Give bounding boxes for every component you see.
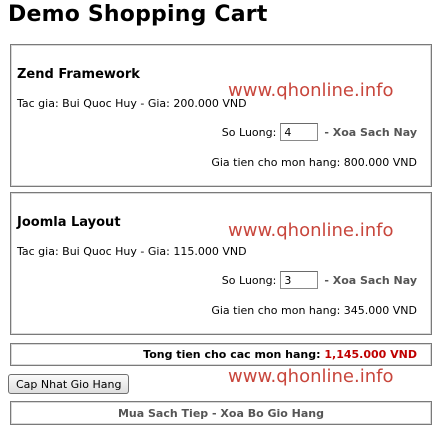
item-author-price: Tac gia: Bui Quoc Huy - Gia: 115.000 VND: [17, 245, 247, 258]
cart-item-zend-framework: Zend Framework Tac gia: Bui Quoc Huy - G…: [10, 44, 432, 187]
item-name: Joomla Layout: [17, 215, 121, 230]
cart-total-label: Tong tien cho cac mon hang:: [143, 348, 321, 361]
quantity-label: So Luong:: [221, 273, 277, 287]
cart-total: Tong tien cho cac mon hang: 1,145.000 VN…: [143, 348, 417, 361]
continue-shopping-link[interactable]: Mua Sach Tiep: [118, 407, 208, 420]
cart-total-value: 1,145.000 VND: [324, 348, 417, 361]
item-total: Gia tien cho mon hang: 345.000 VND: [211, 304, 417, 317]
watermark-text: www.qhonline.info: [228, 366, 394, 387]
item-total: Gia tien cho mon hang: 800.000 VND: [211, 156, 417, 169]
clear-cart-link[interactable]: Xoa Bo Gio Hang: [220, 407, 324, 420]
watermark-text: www.qhonline.info: [228, 80, 394, 101]
item-name: Zend Framework: [17, 67, 140, 82]
quantity-row: So Luong: - Xoa Sach Nay: [222, 271, 417, 289]
watermark-text: www.qhonline.info: [228, 220, 394, 241]
page-title: Demo Shopping Cart: [8, 2, 268, 27]
cart-item-joomla-layout: Joomla Layout Tac gia: Bui Quoc Huy - Gi…: [10, 192, 432, 335]
quantity-input[interactable]: [280, 271, 319, 289]
quantity-input[interactable]: [280, 123, 319, 141]
link-separator: -: [212, 407, 217, 420]
quantity-row: So Luong: - Xoa Sach Nay: [222, 123, 417, 141]
cart-total-box: Tong tien cho cac mon hang: 1,145.000 VN…: [10, 343, 432, 366]
remove-item-link[interactable]: - Xoa Sach Nay: [324, 274, 417, 287]
quantity-label: So Luong:: [221, 125, 277, 139]
item-author-price: Tac gia: Bui Quoc Huy - Gia: 200.000 VND: [17, 97, 247, 110]
remove-item-link[interactable]: - Xoa Sach Nay: [324, 126, 417, 139]
cart-actions: Mua Sach Tiep - Xoa Bo Gio Hang: [11, 407, 431, 420]
update-cart-button[interactable]: Cap Nhat Gio Hang: [8, 374, 130, 394]
cart-actions-box: Mua Sach Tiep - Xoa Bo Gio Hang: [10, 401, 432, 425]
